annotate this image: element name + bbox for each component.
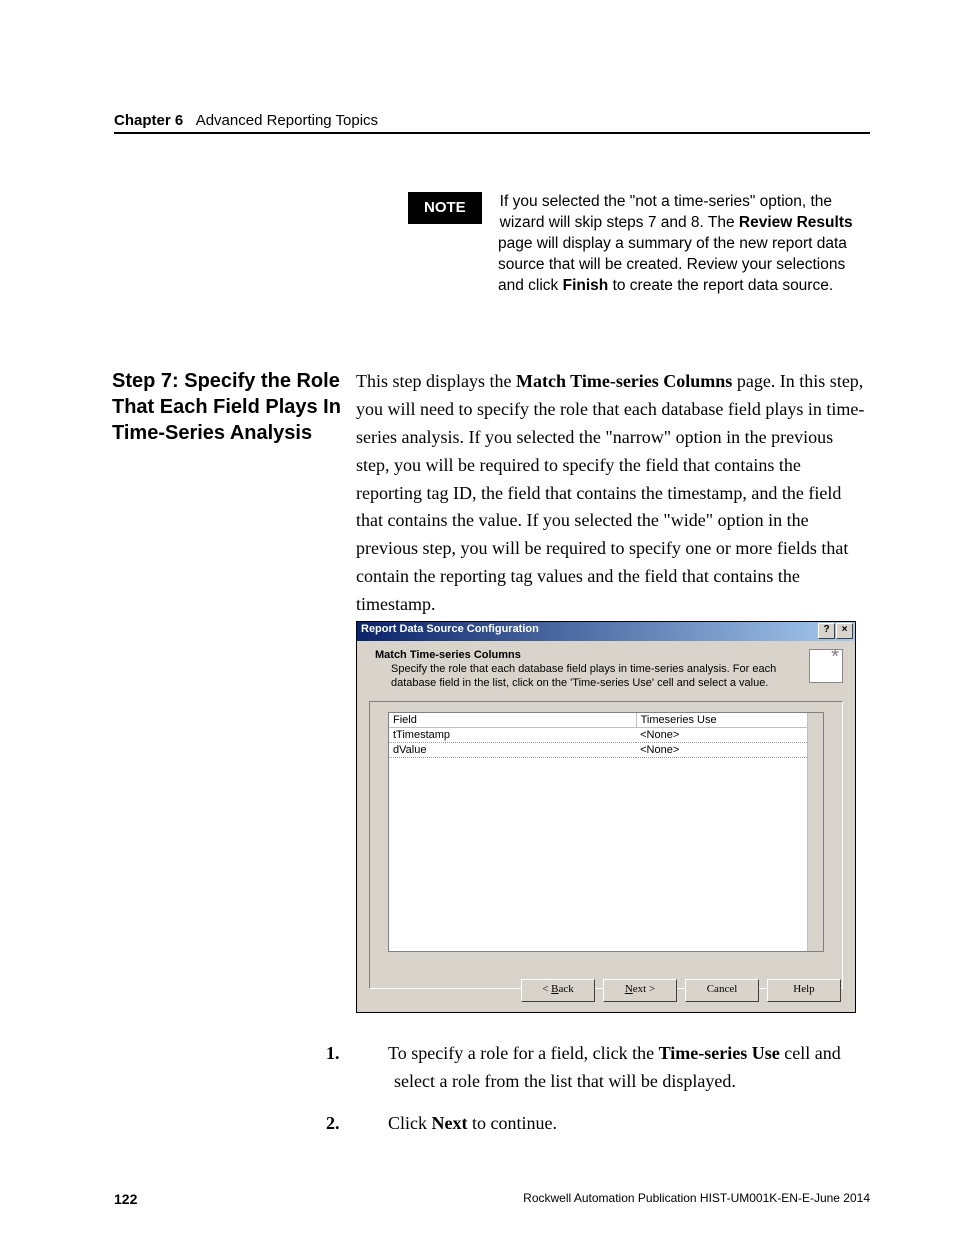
list-item: 2.Click Next to continue. <box>360 1110 870 1138</box>
next-button[interactable]: Next > <box>603 979 677 1002</box>
wizard-icon <box>809 649 843 683</box>
page-footer: 122 Rockwell Automation Publication HIST… <box>114 1191 870 1207</box>
dialog-subhead: Match Time-series Columns <box>375 649 521 661</box>
chapter-label: Chapter 6 <box>114 112 183 129</box>
dialog-body: Field Timeseries Use tTimestamp <None> d… <box>369 701 843 989</box>
dialog-window: Report Data Source Configuration ? × Mat… <box>356 621 856 1013</box>
instruction-list: 1.To specify a role for a field, click t… <box>360 1040 870 1152</box>
note-text: If you selected the "not a time-series" … <box>498 192 870 297</box>
dialog-title-text: Report Data Source Configuration <box>361 623 539 635</box>
header-rule <box>114 132 870 134</box>
dialog-description: Specify the role that each database fiel… <box>391 663 791 691</box>
chapter-title: Advanced Reporting Topics <box>196 112 378 129</box>
help-icon[interactable]: ? <box>818 623 835 639</box>
table-row[interactable]: tTimestamp <None> <box>389 727 823 742</box>
help-button[interactable]: Help <box>767 979 841 1002</box>
table-row[interactable]: dValue <None> <box>389 742 823 757</box>
publication-info: Rockwell Automation Publication HIST-UM0… <box>523 1191 870 1205</box>
list-item: 1.To specify a role for a field, click t… <box>360 1040 870 1096</box>
col-field[interactable]: Field <box>389 713 636 728</box>
scrollbar[interactable] <box>807 713 823 951</box>
dialog-titlebar[interactable]: Report Data Source Configuration ? × <box>357 622 855 641</box>
page-header: Chapter 6 Advanced Reporting Topics <box>114 112 870 129</box>
close-icon[interactable]: × <box>836 623 853 639</box>
note-badge: NOTE <box>408 192 482 224</box>
step-heading: Step 7: Specify the Role That Each Field… <box>112 368 342 446</box>
dialog-header: Match Time-series Columns Specify the ro… <box>357 641 855 695</box>
field-table[interactable]: Field Timeseries Use tTimestamp <None> d… <box>388 712 824 952</box>
step-body: This step displays the Match Time-series… <box>356 368 870 619</box>
note-block: NOTE If you selected the "not a time-ser… <box>408 192 870 297</box>
col-timeseries-use[interactable]: Timeseries Use <box>636 713 822 728</box>
page-number: 122 <box>114 1191 137 1207</box>
back-button[interactable]: < Back <box>521 979 595 1002</box>
cancel-button[interactable]: Cancel <box>685 979 759 1002</box>
